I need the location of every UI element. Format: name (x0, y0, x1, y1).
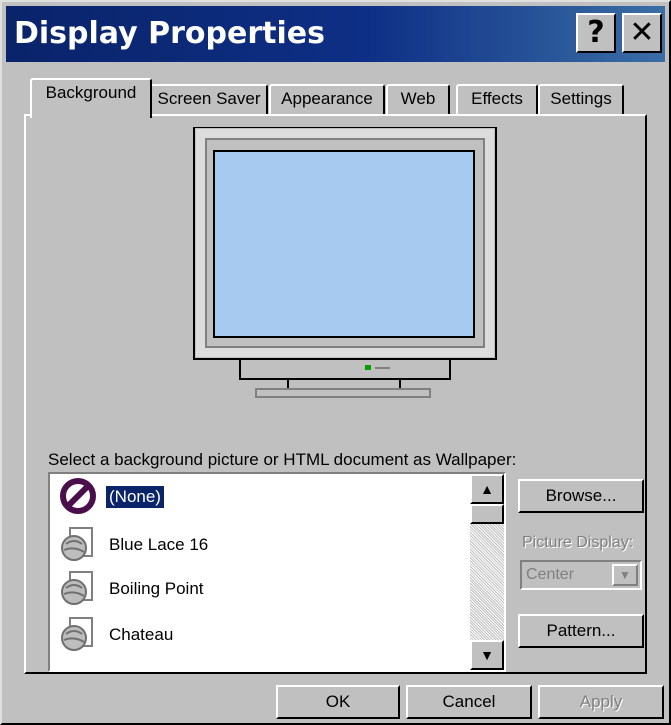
list-item-label: Blue Lace 16 (109, 535, 209, 554)
list-item[interactable]: Chateau (54, 612, 464, 656)
tab-web[interactable]: Web (386, 84, 450, 114)
cancel-button[interactable]: Cancel (406, 685, 532, 719)
chevron-down-icon[interactable]: ▼ (612, 564, 638, 586)
list-item[interactable]: Boiling Point (54, 566, 464, 610)
monitor-screen (213, 150, 475, 338)
tab-settings[interactable]: Settings (538, 84, 624, 114)
pattern-button[interactable]: Pattern... (518, 614, 644, 648)
tab-effects[interactable]: Effects (456, 84, 538, 114)
picture-display-value: Center (526, 566, 575, 583)
list-item[interactable]: (None) (54, 474, 464, 518)
apply-button[interactable]: Apply (538, 685, 664, 719)
list-item-label: Chateau (109, 625, 174, 644)
help-button[interactable]: ? (576, 13, 616, 53)
close-button[interactable]: ✕ (622, 13, 662, 53)
power-led (365, 365, 371, 370)
html-document-icon (61, 617, 93, 651)
html-document-icon (61, 571, 93, 605)
scroll-thumb[interactable] (470, 504, 504, 524)
wallpaper-list[interactable]: (None) Blue Lace 16 Boiling Point Chatea… (48, 472, 506, 672)
window-title: Display Properties (14, 16, 325, 51)
ok-button[interactable]: OK (276, 685, 400, 719)
picture-display-label: Picture Display: (522, 534, 634, 551)
list-item[interactable]: Blue Lace 16 (54, 522, 464, 566)
scroll-up-button[interactable]: ▲ (470, 474, 504, 504)
list-item-label: (None) (105, 485, 165, 509)
tab-appearance[interactable]: Appearance (269, 84, 385, 114)
vertical-scrollbar[interactable]: ▲ ▼ (470, 474, 504, 670)
browse-button[interactable]: Browse... (518, 479, 644, 513)
tab-background[interactable]: Background (30, 78, 152, 118)
monitor-preview (193, 127, 497, 398)
html-document-icon (61, 527, 93, 561)
title-bar[interactable]: Display Properties ? ✕ (6, 6, 665, 62)
dialog-window: Display Properties ? ✕ Background Screen… (0, 0, 671, 725)
tab-screen-saver[interactable]: Screen Saver (150, 84, 268, 114)
wallpaper-label: Select a background picture or HTML docu… (48, 450, 517, 469)
none-icon (60, 478, 96, 514)
list-item-label: Boiling Point (109, 579, 204, 598)
scroll-down-button[interactable]: ▼ (470, 640, 504, 670)
picture-display-select[interactable]: Center ▼ (520, 560, 642, 590)
